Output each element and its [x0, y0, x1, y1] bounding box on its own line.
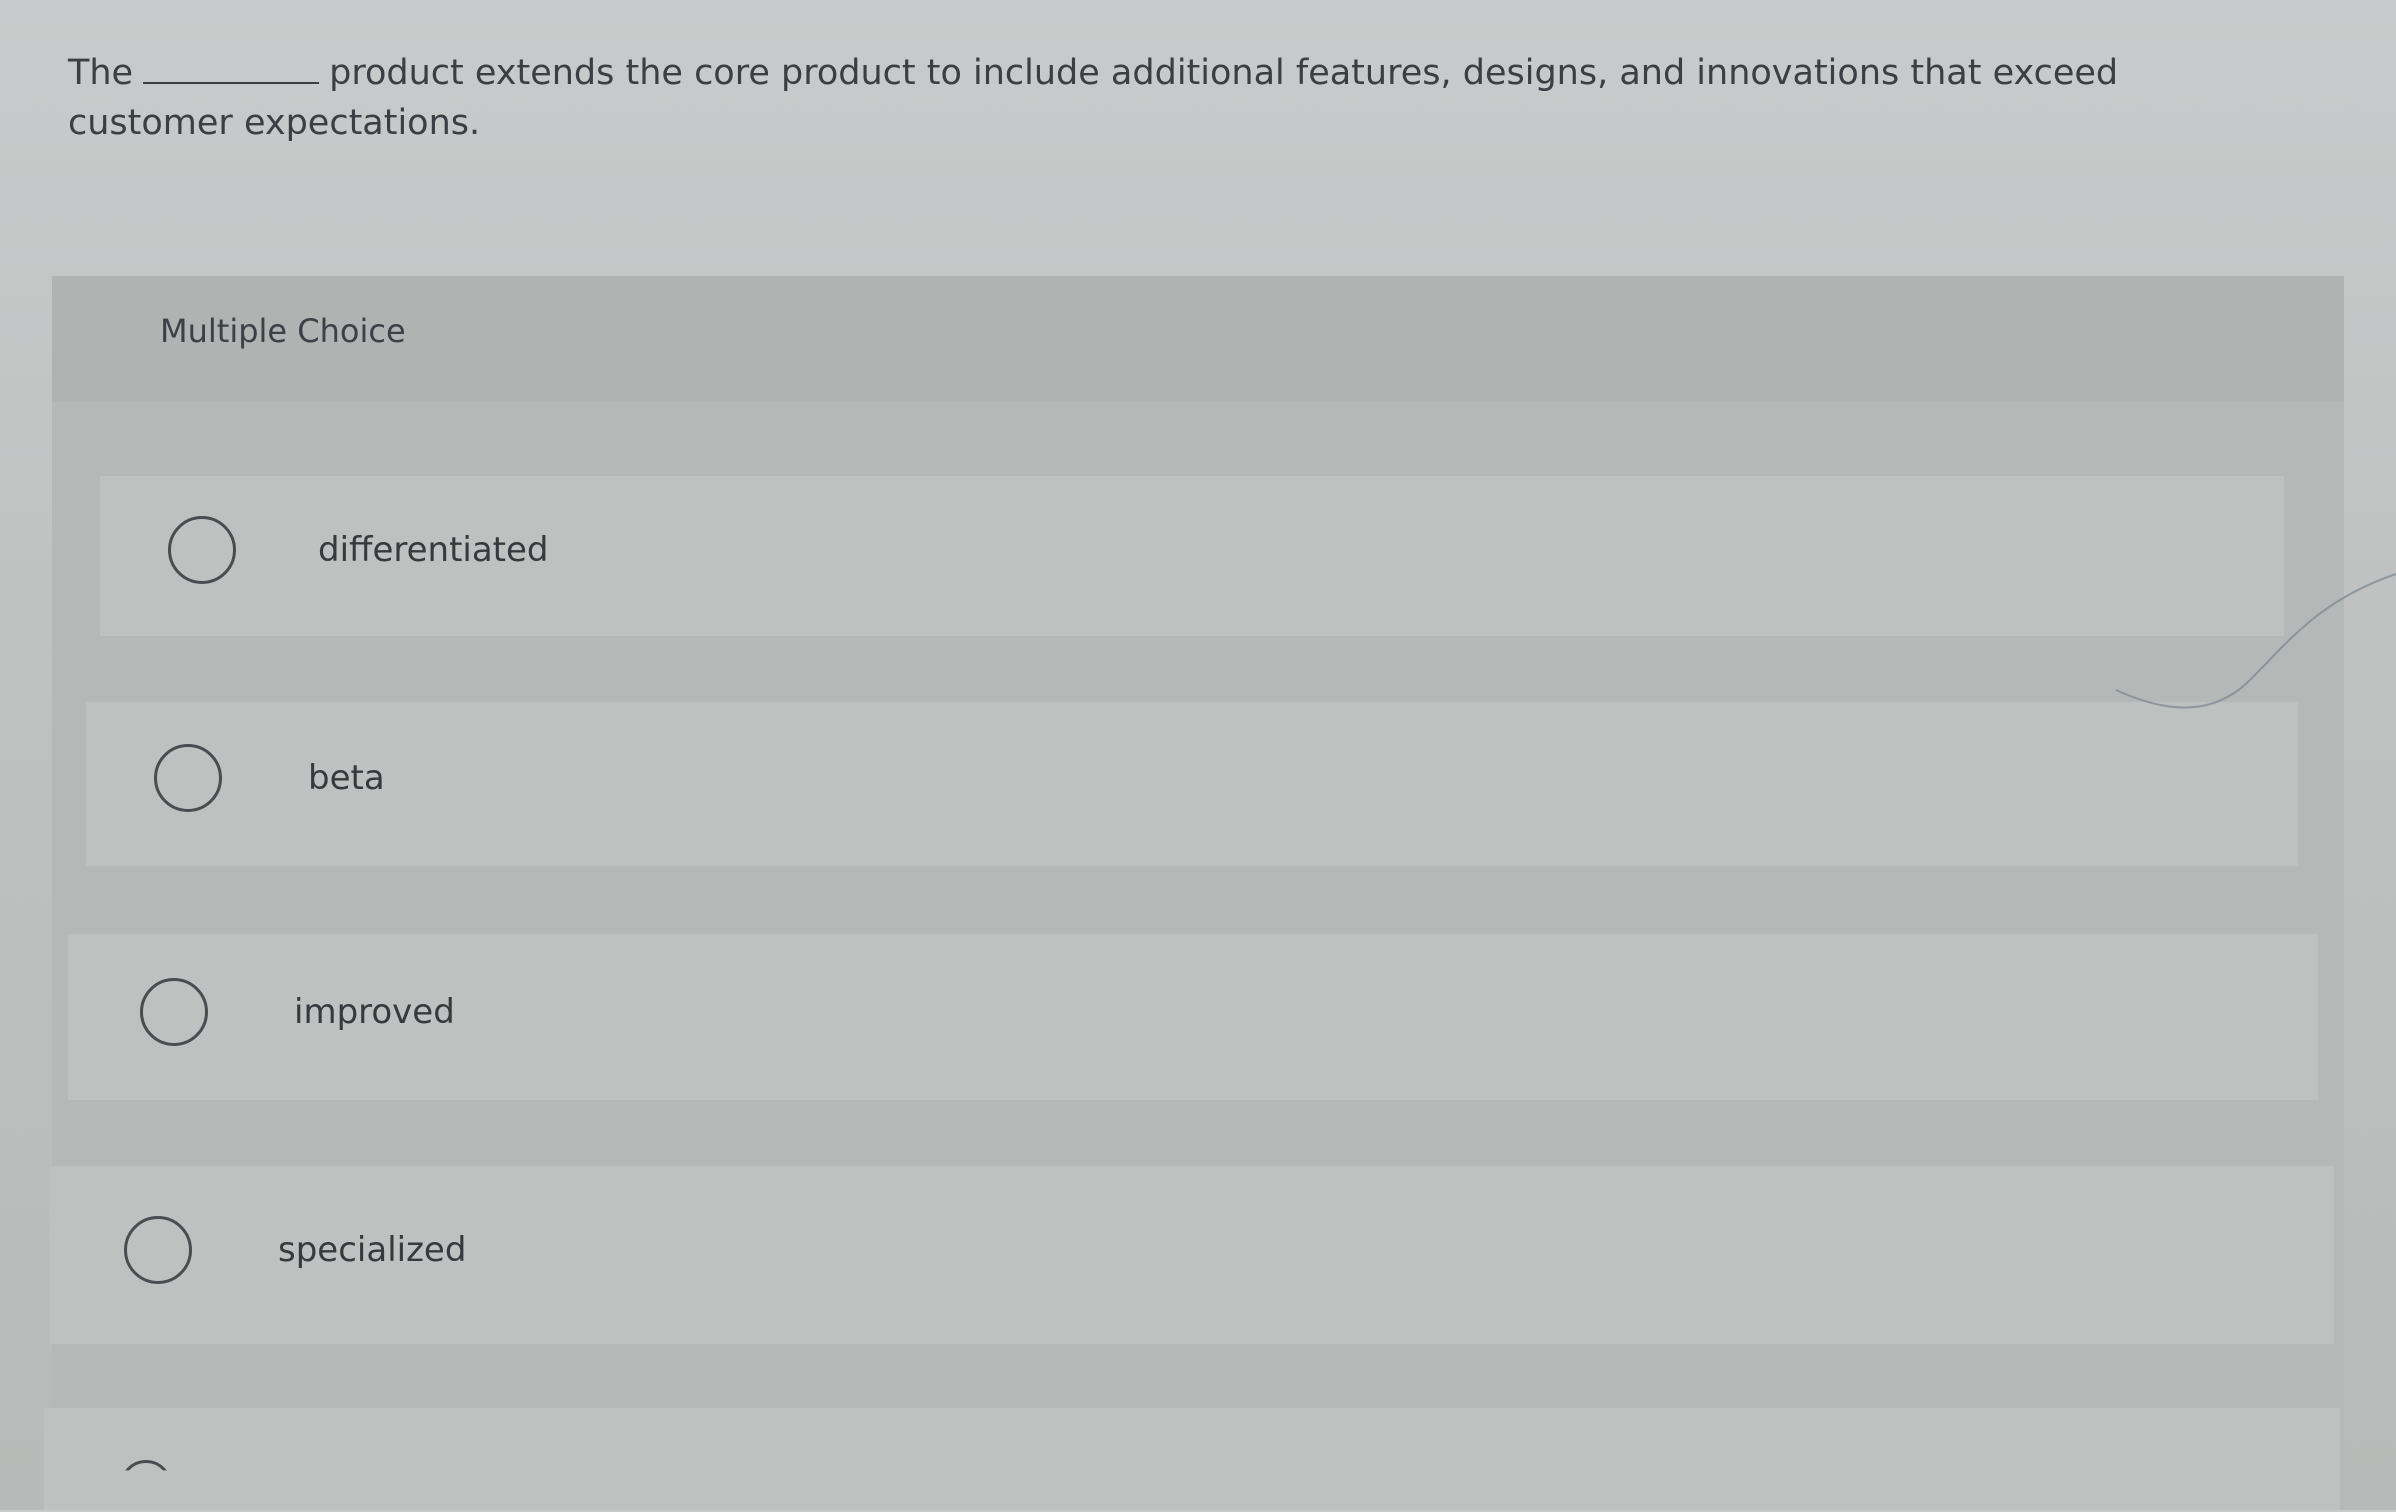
option-label: improved — [294, 992, 455, 1032]
option-improved[interactable]: improved — [68, 934, 2318, 1100]
question-suffix: product extends the core product to incl… — [68, 53, 2119, 143]
option-label: beta — [308, 758, 385, 798]
card-header: Multiple Choice — [52, 276, 2344, 402]
option-label: specialized — [278, 1230, 467, 1270]
option-label: differentiated — [318, 530, 549, 570]
radio-circle-icon[interactable] — [154, 744, 222, 812]
question-text: The product extends the core product to i… — [68, 48, 2268, 148]
option-specialized[interactable]: specialized — [50, 1166, 2334, 1344]
radio-circle-icon[interactable] — [168, 516, 236, 584]
answer-blank — [143, 50, 320, 84]
option-beta[interactable]: beta — [86, 702, 2298, 866]
card-title: Multiple Choice — [160, 312, 406, 350]
radio-circle-icon[interactable] — [140, 978, 208, 1046]
question-prefix: The — [68, 53, 134, 93]
option-differentiated[interactable]: differentiated — [100, 476, 2284, 636]
option-partial[interactable] — [44, 1408, 2340, 1510]
radio-circle-icon[interactable] — [124, 1216, 192, 1284]
